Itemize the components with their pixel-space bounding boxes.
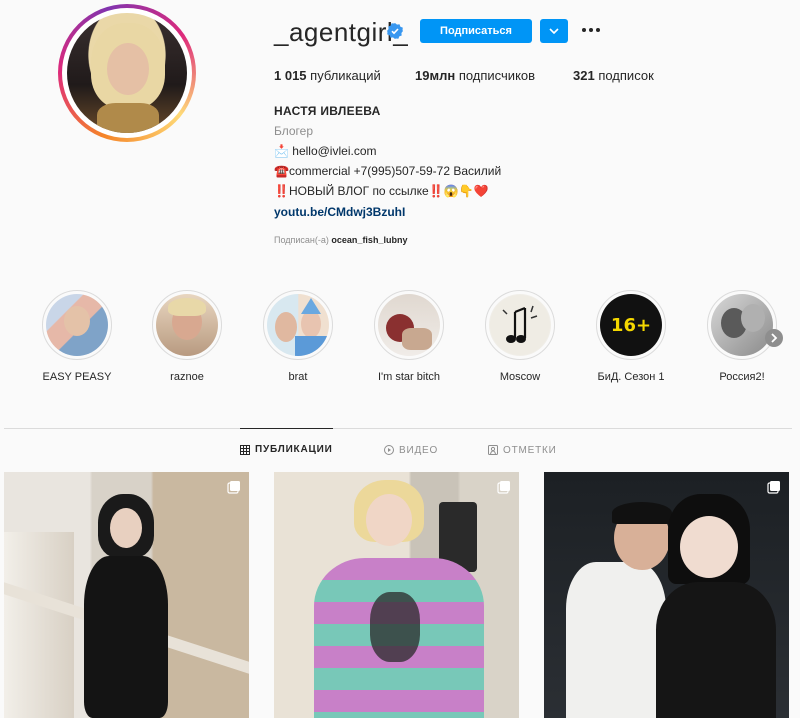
highlight-moscow[interactable]: Moscow [480, 290, 560, 383]
highlight-cover [489, 294, 551, 356]
bio-vlog-note: ‼️НОВЫЙ ВЛОГ по ссылке‼️😱👇❤️ [274, 184, 489, 198]
highlight-cover [267, 294, 329, 356]
age-rating-badge: 16+ [610, 314, 652, 336]
posts-count: 1 015 публикаций [274, 68, 381, 83]
tag-icon [488, 445, 498, 455]
grid-icon [240, 444, 250, 455]
highlight-cover: 16+ [600, 294, 662, 356]
tab-video[interactable]: ВИДЕО [384, 430, 438, 470]
tab-tagged[interactable]: ОТМЕТКИ [488, 430, 557, 470]
post-thumbnail[interactable] [544, 472, 789, 718]
bio-link[interactable]: youtu.be/CMdwj3BzuhI [274, 205, 405, 219]
carousel-icon [227, 481, 240, 494]
follow-button[interactable]: Подписаться [420, 19, 532, 43]
highlight-star[interactable]: I'm star bitch [369, 290, 449, 383]
profile-avatar[interactable] [58, 4, 196, 142]
profile-full-name: НАСТЯ ИВЛЕЕВА [274, 104, 381, 118]
video-icon [384, 445, 394, 455]
chevron-right-icon [771, 333, 778, 343]
highlight-raznoe[interactable]: raznoe [147, 290, 227, 383]
verified-badge-icon [387, 23, 403, 39]
tab-posts[interactable]: ПУБЛИКАЦИИ [240, 428, 333, 470]
followed-by[interactable]: Подписан(-а) ocean_fish_lubny [274, 235, 407, 245]
highlight-cover [156, 294, 218, 356]
music-note-icon [490, 295, 550, 355]
following-count[interactable]: 321 подписок [573, 68, 654, 83]
highlight-cover [378, 294, 440, 356]
chevron-down-icon [549, 28, 559, 34]
followers-count[interactable]: 19млн подписчиков [415, 68, 535, 83]
avatar-photo [67, 13, 187, 133]
carousel-icon [767, 481, 780, 494]
post-thumbnail[interactable] [274, 472, 519, 718]
highlights-next-button[interactable] [765, 329, 783, 347]
bio-phone: ☎️commercial +7(995)507-59-72 Василий [274, 164, 502, 178]
highlight-easy-peasy[interactable]: EASY PEASY [37, 290, 117, 383]
suggested-accounts-button[interactable] [540, 19, 568, 43]
profile-category: Блогер [274, 124, 314, 138]
highlight-brat[interactable]: brat [258, 290, 338, 383]
more-options-icon[interactable] [582, 22, 604, 38]
bio-email: 📩 hello@ivlei.com [274, 144, 377, 158]
highlight-cover [711, 294, 773, 356]
highlight-cover [46, 294, 108, 356]
highlight-bid-season[interactable]: 16+ БиД. Сезон 1 [591, 290, 671, 383]
carousel-icon [497, 481, 510, 494]
tabs-divider [4, 428, 792, 429]
post-thumbnail[interactable] [4, 472, 249, 718]
